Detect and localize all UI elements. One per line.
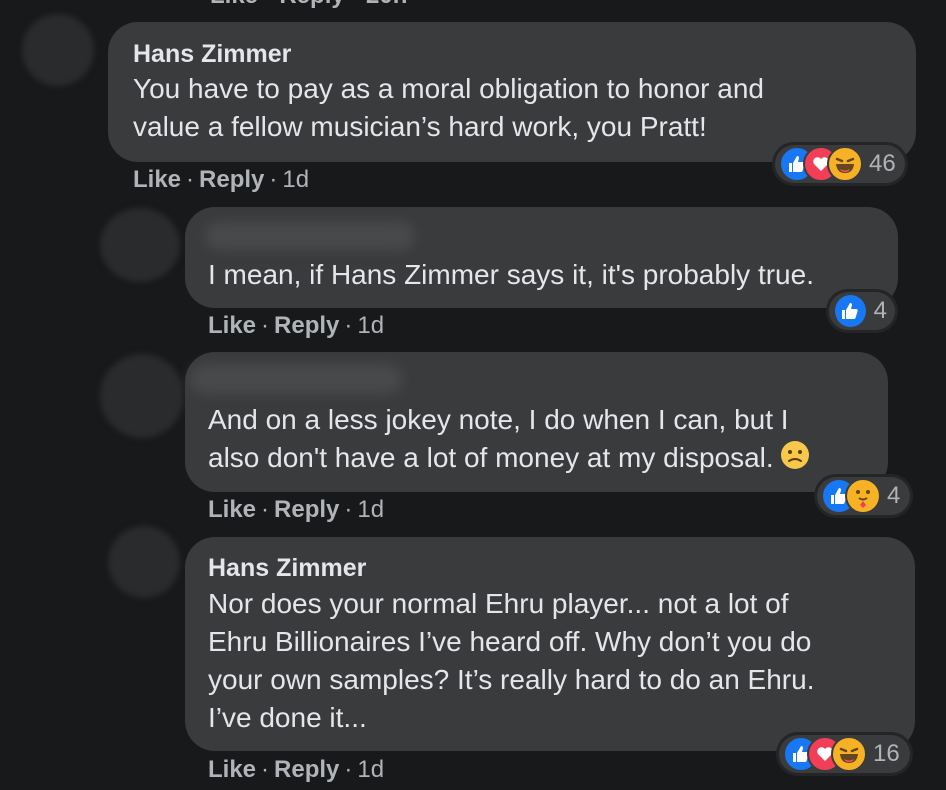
like-icon: [833, 293, 868, 329]
comment-text-line: also don't have a lot of money at my dis…: [208, 439, 810, 480]
reaction-count: 4: [887, 482, 901, 509]
comment-author[interactable]: Hans Zimmer: [208, 554, 366, 583]
comment-time[interactable]: 1d: [357, 496, 384, 523]
reaction-count: 4: [873, 297, 887, 324]
reaction-summary[interactable]: 16: [779, 735, 910, 773]
like-link[interactable]: Like: [208, 312, 256, 339]
like-link[interactable]: Like: [208, 496, 256, 523]
redacted-author-name: [190, 364, 402, 394]
comment-text-line: your own samples? It’s really hard to do…: [208, 664, 815, 695]
avatar[interactable]: [108, 526, 180, 598]
reply-link[interactable]: Reply: [199, 166, 264, 193]
reply-link[interactable]: Reply: [274, 496, 339, 523]
reaction-summary[interactable]: 4: [817, 477, 910, 515]
comment-text-line: Nor does your normal Ehru player... not …: [208, 588, 789, 619]
like-link[interactable]: Like: [133, 166, 181, 193]
reply-link[interactable]: Reply: [274, 756, 339, 783]
redacted-author-name: [205, 222, 415, 250]
previous-comment-actions: Like · Reply · 20h: [210, 0, 407, 10]
comment-text-line: You have to pay as a moral obligation to…: [133, 73, 764, 104]
comment-actions: Like · Reply · 1d: [133, 166, 310, 193]
comment-text-line: And on a less jokey note, I do when I ca…: [208, 404, 789, 435]
comment-actions: Like · Reply · 1d: [208, 756, 385, 783]
reply-link[interactable]: Reply: [274, 312, 339, 339]
reaction-summary[interactable]: 4: [829, 292, 895, 330]
comment-time[interactable]: 1d: [282, 166, 309, 193]
reaction-count: 16: [873, 740, 900, 767]
like-link[interactable]: Like: [208, 756, 256, 783]
comment-text-line: value a fellow musician’s hard work, you…: [133, 111, 707, 142]
comment-author[interactable]: Hans Zimmer: [133, 40, 291, 69]
haha-icon: [831, 736, 867, 772]
comment-time[interactable]: 1d: [357, 312, 384, 339]
haha-icon: [827, 146, 863, 182]
avatar[interactable]: [100, 208, 180, 282]
comment-text-line: I’ve done it...: [208, 702, 367, 733]
avatar[interactable]: [22, 14, 94, 86]
reaction-summary[interactable]: 46: [775, 145, 905, 183]
confused-emoji: [780, 440, 810, 480]
care-icon: [845, 478, 881, 514]
comment-actions: Like · Reply · 1d: [208, 312, 385, 339]
avatar[interactable]: [100, 354, 184, 438]
comment-time[interactable]: 1d: [357, 756, 384, 783]
comment-actions: Like · Reply · 1d: [208, 496, 385, 523]
comment-text-line: I mean, if Hans Zimmer says it, it's pro…: [208, 259, 814, 290]
reaction-count: 46: [869, 150, 896, 177]
comment-text-line: Ehru Billionaires I’ve heard off. Why do…: [208, 626, 812, 657]
